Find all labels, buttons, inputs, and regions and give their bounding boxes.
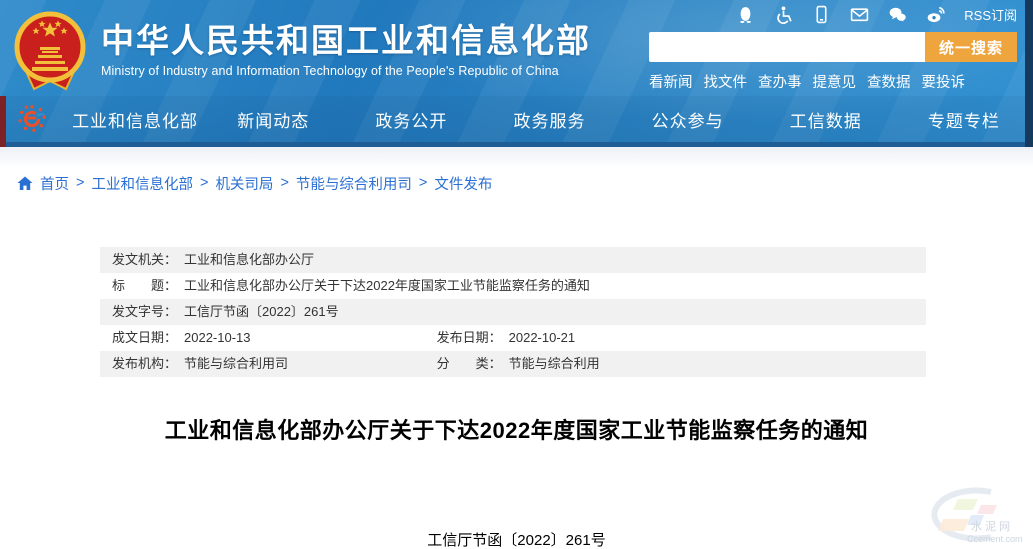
breadcrumb-separator: > [280,175,288,191]
meta-value: 工业和信息化部办公厅 [184,252,314,267]
breadcrumb-item-departments[interactable]: 机关司局 [215,173,273,194]
nav-item-topics[interactable]: 专题专栏 [895,107,1033,132]
miit-e-logo-icon [16,102,48,136]
breadcrumb-separator: > [419,175,427,191]
nav-item-participation[interactable]: 公众参与 [619,107,757,132]
quick-link-services[interactable]: 查办事 [758,71,802,92]
accessibility-icon[interactable] [774,5,793,24]
meta-row-publisher: 发布机构： 节能与综合利用司 分 类： 节能与综合利用 [100,351,926,377]
article-title: 工业和信息化部办公厅关于下达2022年度国家工业节能监察任务的通知 [40,413,993,445]
meta-value: 节能与综合利用 [509,356,600,371]
breadcrumb-item-documents[interactable]: 文件发布 [434,173,492,194]
header-right: RSS订阅 统一搜索 看新闻 找文件 查办事 提意见 查数据 要投诉 [649,3,1017,92]
header-shadow-band [0,147,1033,165]
meta-value: 节能与综合利用司 [184,356,288,371]
nav-list: 工业和信息化部 新闻动态 政务公开 政务服务 公众参与 工信数据 专题专栏 [66,107,1033,132]
meta-row-dates: 成文日期： 2022-10-13 发布日期： 2022-10-21 [100,325,926,351]
breadcrumb-item-energy-dept[interactable]: 节能与综合利用司 [296,173,412,194]
document-meta-table: 发文机关： 工业和信息化部办公厅 标 题： 工业和信息化部办公厅关于下达2022年度… [100,247,926,377]
weibo-icon[interactable] [926,5,945,24]
right-navy-strip [1025,0,1033,147]
meta-label: 成文日期： [112,330,177,345]
search-input[interactable] [649,32,925,62]
nav-item-news[interactable]: 新闻动态 [204,107,342,132]
meta-row-issuing-office: 发文机关： 工业和信息化部办公厅 [100,247,926,273]
quick-link-suggest[interactable]: 提意见 [813,71,857,92]
quick-link-complaint[interactable]: 要投诉 [922,71,966,92]
nav-item-miit[interactable]: 工业和信息化部 [66,107,204,132]
quick-link-data[interactable]: 查数据 [867,71,911,92]
watermark-domain: Ccement.com [967,534,1023,544]
brand-text: 中华人民共和国工业和信息化部 Ministry of Industry and … [101,24,591,78]
wechat-icon[interactable] [888,5,907,24]
meta-value: 工信厅节函〔2022〕261号 [184,304,339,319]
site-header: 中华人民共和国工业和信息化部 Ministry of Industry and … [0,0,1033,147]
quick-link-files[interactable]: 找文件 [704,71,748,92]
mascot-icon[interactable] [736,5,755,24]
breadcrumb-item-miit[interactable]: 工业和信息化部 [91,173,193,194]
rss-subscribe-link[interactable]: RSS订阅 [964,5,1017,24]
quick-link-news[interactable]: 看新闻 [649,71,693,92]
meta-value: 2022-10-21 [509,330,576,345]
site-brand[interactable]: 中华人民共和国工业和信息化部 Ministry of Industry and … [12,9,591,93]
site-title: 中华人民共和国工业和信息化部 [101,24,591,57]
mobile-icon[interactable] [812,5,831,24]
search-bar: 统一搜索 [649,32,1017,62]
meta-label: 发布日期： [437,330,502,345]
watermark-name: 水 泥 网 [971,520,1010,533]
breadcrumb-item-home[interactable]: 首页 [40,173,69,194]
meta-label: 标 题： [112,278,177,293]
meta-label: 发文机关： [112,252,177,267]
meta-value: 工业和信息化部办公厅关于下达2022年度国家工业节能监察任务的通知 [184,278,590,293]
breadcrumb-separator: > [76,175,84,191]
meta-value: 2022-10-13 [184,330,251,345]
meta-row-title: 标 题： 工业和信息化部办公厅关于下达2022年度国家工业节能监察任务的通知 [100,273,926,299]
breadcrumb: 首页 > 工业和信息化部 > 机关司局 > 节能与综合利用司 > 文件发布 [0,165,1033,201]
mail-icon[interactable] [850,5,869,24]
left-red-strip [0,96,6,147]
meta-label: 发文字号： [112,304,177,319]
nav-item-gov-services[interactable]: 政务服务 [480,107,618,132]
national-emblem-icon [12,9,88,93]
ccement-watermark-logo: 水 泥 网 Ccement.com [895,485,1025,547]
nav-item-gov-info[interactable]: 政务公开 [342,107,480,132]
breadcrumb-separator: > [200,175,208,191]
main-nav: 工业和信息化部 新闻动态 政务公开 政务服务 公众参与 工信数据 专题专栏 [0,96,1033,147]
home-icon[interactable] [17,176,33,191]
nav-item-data[interactable]: 工信数据 [757,107,895,132]
article-doc-number: 工信厅节函〔2022〕261号 [0,529,1033,549]
unified-search-button[interactable]: 统一搜索 [925,32,1017,62]
meta-label: 分 类： [437,356,502,371]
meta-label: 发布机构： [112,356,177,371]
site-subtitle: Ministry of Industry and Information Tec… [101,64,591,78]
page: 中华人民共和国工业和信息化部 Ministry of Industry and … [0,0,1033,549]
header-icon-row: RSS订阅 [649,3,1017,25]
meta-row-doc-number: 发文字号： 工信厅节函〔2022〕261号 [100,299,926,325]
quick-links: 看新闻 找文件 查办事 提意见 查数据 要投诉 [649,71,1017,92]
